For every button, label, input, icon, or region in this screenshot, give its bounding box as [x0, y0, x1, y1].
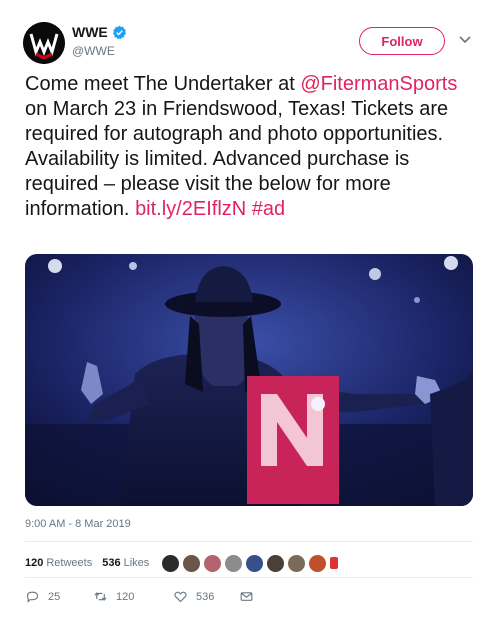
liker-avatars	[161, 553, 341, 573]
engagement-stats: 120 Retweets 536 Likes	[25, 552, 341, 574]
tweet-card: WWE @WWE Follow Come meet The Undertaker…	[0, 0, 501, 624]
envelope-icon	[240, 592, 253, 601]
liker-avatar[interactable]	[203, 553, 223, 573]
liker-avatar[interactable]	[245, 553, 265, 573]
heart-icon	[174, 591, 187, 603]
likes-label: Likes	[123, 557, 150, 569]
retweet-count: 120	[116, 590, 135, 603]
author-block: WWE @WWE	[72, 24, 127, 58]
reply-count: 25	[48, 590, 61, 603]
action-bar: 25 120 536	[25, 589, 254, 604]
short-link[interactable]: bit.ly/2EIflzN	[135, 198, 246, 220]
divider	[25, 541, 473, 542]
likes-count: 536	[102, 557, 121, 569]
liker-avatar[interactable]	[161, 553, 181, 573]
mention-link[interactable]: @FitermanSports	[300, 73, 457, 95]
hashtag-link[interactable]: #ad	[252, 198, 285, 220]
likes-stat[interactable]: 536 Likes	[102, 557, 149, 569]
divider	[25, 577, 473, 578]
account-name[interactable]: WWE	[72, 24, 108, 40]
wwe-logo-avatar[interactable]	[23, 22, 65, 64]
like-count: 536	[196, 590, 215, 603]
retweet-action[interactable]: 120	[93, 589, 173, 604]
liker-avatar[interactable]	[308, 553, 328, 573]
retweets-stat[interactable]: 120 Retweets	[25, 557, 92, 569]
retweets-count: 120	[25, 557, 44, 569]
account-handle[interactable]: @WWE	[72, 44, 127, 58]
tweet-timestamp[interactable]: 9:00 AM - 8 Mar 2019	[25, 518, 131, 530]
reply-action[interactable]: 25	[25, 589, 93, 604]
retweets-label: Retweets	[46, 557, 93, 569]
tweet-text: Come meet The Undertaker at @FitermanSpo…	[25, 72, 485, 222]
liker-avatar[interactable]	[224, 553, 244, 573]
liker-avatar[interactable]	[266, 553, 286, 573]
chevron-down-icon[interactable]	[458, 34, 472, 46]
liker-avatar[interactable]	[287, 553, 307, 573]
verified-badge-icon	[112, 25, 126, 39]
direct-message-action[interactable]	[239, 589, 254, 604]
tweet-text-part1: Come meet The Undertaker at	[25, 73, 301, 95]
like-action[interactable]: 536	[173, 589, 239, 604]
liker-avatar[interactable]	[329, 556, 340, 570]
follow-button[interactable]: Follow	[359, 27, 445, 55]
reply-icon	[26, 591, 39, 603]
liker-avatar[interactable]	[182, 553, 202, 573]
retweet-icon	[94, 592, 107, 601]
tweet-photo[interactable]	[25, 254, 473, 506]
